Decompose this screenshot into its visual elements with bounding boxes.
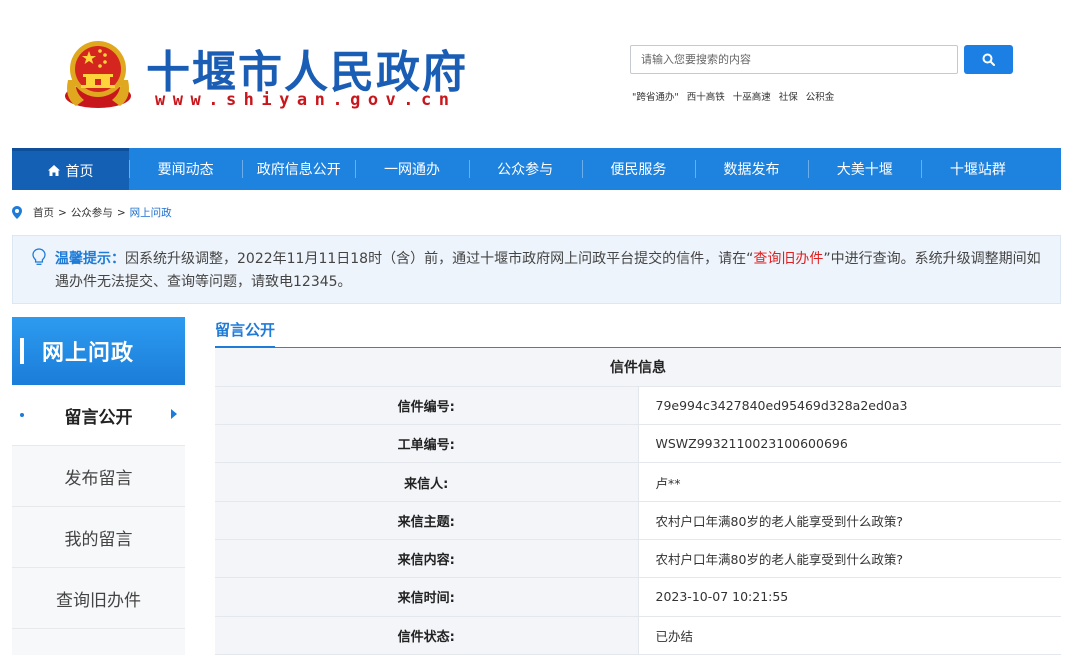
nav-item-participation[interactable]: 公众参与 [468, 148, 582, 190]
time-value: 2023-10-07 10:21:55 [638, 577, 1061, 617]
sidebar-item-label: 查询旧办件 [56, 590, 141, 611]
quick-link-cross-province[interactable]: "跨省通办" [632, 89, 679, 103]
national-emblem-icon[interactable] [62, 36, 134, 112]
section-title: 留言公开 [215, 319, 276, 348]
sidebar-item-label: 留言公开 [64, 407, 133, 428]
sidebar-item-post-message[interactable]: 发布留言 [12, 446, 185, 507]
status-label: 信件状态: [215, 616, 639, 655]
table-caption-row: 信件信息 [215, 348, 1061, 387]
search-icon [982, 53, 995, 66]
sidebar-header-mark [20, 338, 24, 364]
nav-item-services[interactable]: 便民服务 [581, 148, 695, 190]
sidebar-item-public-messages[interactable]: 留言公开 [12, 385, 185, 446]
sidebar-item-old-cases[interactable]: 查询旧办件 [12, 568, 185, 629]
table-row: 信件编号: 79e994c3427840ed95469d328a2ed0a3 [215, 386, 1061, 426]
breadcrumb-participation[interactable]: 公众参与 [71, 205, 113, 220]
work-order-label: 工单编号: [215, 424, 639, 464]
work-order-value: WSWZ9932110023100600696 [638, 424, 1061, 464]
table-row: 来信时间: 2023-10-07 10:21:55 [215, 577, 1061, 617]
sender-value: 卢** [638, 462, 1061, 502]
sidebar-title: 网上问政 [42, 341, 135, 366]
active-dot-icon [20, 413, 24, 417]
content-value: 农村户口年满80岁的老人能享受到什么政策? [638, 539, 1061, 579]
sidebar-item-my-messages[interactable]: 我的留言 [12, 507, 185, 568]
notice-label: 温馨提示： [55, 251, 125, 267]
letter-id-label: 信件编号: [215, 386, 639, 426]
main-nav: 首页 要闻动态 政府信息公开 一网通办 公众参与 便民服务 数据发布 大美十堰 … [12, 148, 1061, 190]
nav-item-one-stop[interactable]: 一网通办 [355, 148, 468, 190]
site-header: 十堰市人民政府 www.shiyan.gov.cn "跨省通办" 西十高铁 十巫… [0, 0, 1080, 140]
table-row: 来信内容: 农村户口年满80岁的老人能享受到什么政策? [215, 539, 1061, 579]
quick-link-social-security[interactable]: 社保 [779, 89, 798, 103]
nav-item-scenery[interactable]: 大美十堰 [808, 148, 921, 190]
letter-info-table: 信件信息 信件编号: 79e994c3427840ed95469d328a2ed… [215, 348, 1061, 655]
quick-links: "跨省通办" 西十高铁 十巫高速 社保 公积金 [632, 89, 834, 103]
search-input[interactable] [630, 45, 958, 74]
sidebar: 网上问政 留言公开 发布留言 我的留言 查询旧办件 [12, 317, 185, 655]
letter-id-value: 79e994c3427840ed95469d328a2ed0a3 [638, 386, 1061, 426]
quick-link-xishi-railway[interactable]: 西十高铁 [687, 89, 725, 103]
chevron-right-icon [171, 409, 177, 419]
notice-banner: 温馨提示：因系统升级调整，2022年11月11日18时（含）前，通过十堰市政府网… [12, 235, 1061, 304]
sidebar-item-label: 我的留言 [64, 529, 133, 550]
breadcrumb-separator: > [116, 206, 126, 219]
home-icon [47, 165, 60, 176]
notice-text: 温馨提示：因系统升级调整，2022年11月11日18时（含）前，通过十堰市政府网… [55, 248, 1050, 294]
notice-text-before: 因系统升级调整，2022年11月11日18时（含）前，通过十堰市政府网上问政平台… [125, 251, 754, 267]
nav-item-label: 首页 [65, 163, 94, 180]
table-row: 信件状态: 已办结 [215, 616, 1061, 655]
nav-item-news[interactable]: 要闻动态 [129, 148, 242, 190]
table-caption: 信件信息 [215, 348, 1061, 387]
breadcrumb: 首页 > 公众参与 > 网上问政 [12, 205, 172, 220]
content-label: 来信内容: [215, 539, 639, 579]
sidebar-header: 网上问政 [12, 317, 185, 385]
site-url[interactable]: www.shiyan.gov.cn [155, 90, 457, 110]
sender-label: 来信人: [215, 462, 639, 502]
table-row: 来信人: 卢** [215, 462, 1061, 502]
sidebar-item-label: 发布留言 [64, 468, 133, 489]
time-label: 来信时间: [215, 577, 639, 617]
location-pin-icon [12, 206, 22, 219]
table-row: 来信主题: 农村户口年满80岁的老人能享受到什么政策? [215, 501, 1061, 540]
breadcrumb-home[interactable]: 首页 [33, 205, 54, 220]
subject-value: 农村户口年满80岁的老人能享受到什么政策? [638, 501, 1061, 540]
old-case-query-link[interactable]: 查询旧办件 [753, 251, 823, 267]
quick-link-shiwu-highway[interactable]: 十巫高速 [733, 89, 771, 103]
status-value: 已办结 [638, 616, 1061, 655]
breadcrumb-current[interactable]: 网上问政 [130, 205, 172, 220]
quick-link-housing-fund[interactable]: 公积金 [806, 89, 835, 103]
table-row: 工单编号: WSWZ9932110023100600696 [215, 424, 1061, 464]
subject-label: 来信主题: [215, 501, 639, 540]
nav-item-gov-info[interactable]: 政府信息公开 [242, 148, 355, 190]
search-button[interactable] [964, 45, 1013, 74]
nav-item-home[interactable]: 首页 [12, 148, 129, 190]
section-header: 留言公开 [215, 317, 1061, 348]
nav-item-data[interactable]: 数据发布 [694, 148, 808, 190]
main-content: 留言公开 信件信息 信件编号: 79e994c3427840ed95469d32… [215, 317, 1061, 655]
breadcrumb-separator: > [58, 206, 67, 219]
nav-item-site-group[interactable]: 十堰站群 [921, 148, 1034, 190]
lightbulb-icon [32, 248, 46, 265]
